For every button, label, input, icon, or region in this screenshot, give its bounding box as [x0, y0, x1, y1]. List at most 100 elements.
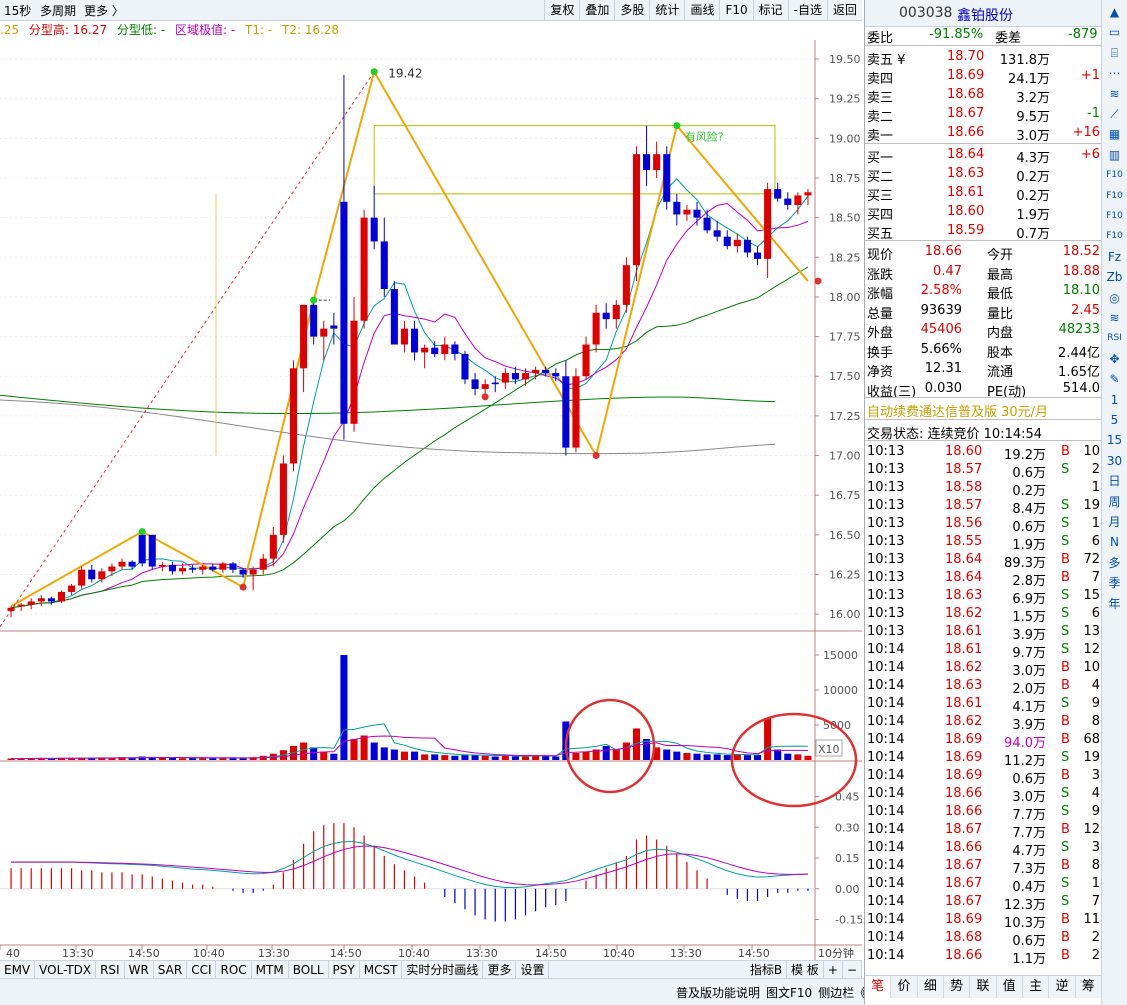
- side-tool-icon[interactable]: RSI: [1105, 330, 1124, 347]
- side-tool-icon[interactable]: 5: [1105, 412, 1124, 429]
- stock-name[interactable]: 鑫铂股份: [957, 5, 1013, 25]
- period-selector[interactable]: 15秒: [4, 2, 31, 19]
- right-panel-tabs: 笔价细势联值主逆筹: [865, 975, 1102, 998]
- side-tool-icon[interactable]: Zb: [1105, 269, 1124, 286]
- indicator-tab-9[interactable]: PSY: [329, 961, 360, 979]
- side-tool-icon[interactable]: 月: [1105, 514, 1124, 531]
- right-tab-4[interactable]: 联: [970, 976, 997, 998]
- time-unit-label[interactable]: 10分钟: [818, 946, 854, 960]
- side-tool-icon[interactable]: ≋: [1105, 310, 1124, 327]
- toolbar-button-6[interactable]: 标记: [752, 0, 788, 20]
- indicator-tab-4[interactable]: SAR: [154, 961, 188, 979]
- cell: 12.31: [924, 361, 962, 376]
- toolbar-button-1[interactable]: 叠加: [579, 0, 614, 20]
- cell: 18.61: [945, 696, 983, 711]
- side-tool-icon[interactable]: 周: [1105, 494, 1124, 511]
- status-link-1[interactable]: 图文F10: [766, 984, 812, 1001]
- side-tool-icon[interactable]: ▲: [1105, 4, 1124, 21]
- toolbar-button-0[interactable]: 复权: [544, 0, 579, 20]
- cell: 18.67: [945, 876, 983, 891]
- indicator-tab-2[interactable]: RSI: [96, 961, 125, 979]
- toolbar-button-3[interactable]: 统计: [649, 0, 684, 20]
- cell: 48233: [1058, 322, 1100, 337]
- indicator-tab-11[interactable]: 实时分时画线: [402, 961, 484, 979]
- side-tool-icon[interactable]: F10: [1105, 167, 1124, 184]
- bottom-control-0[interactable]: 指标B: [746, 961, 788, 979]
- side-tool-icon[interactable]: ◎: [1105, 290, 1124, 307]
- cell: 1: [1091, 876, 1100, 891]
- cell: 18.64: [945, 552, 983, 567]
- side-tool-icon[interactable]: 日: [1105, 473, 1124, 490]
- multi-period-button[interactable]: 多周期: [40, 2, 76, 19]
- status-link-0[interactable]: 普及版功能说明: [676, 984, 760, 1001]
- right-tab-7[interactable]: 逆: [1049, 976, 1076, 998]
- side-tool-icon[interactable]: ⋯: [1105, 65, 1124, 82]
- candle-body: [88, 569, 96, 580]
- side-tool-icon[interactable]: F10: [1105, 188, 1124, 205]
- side-tool-icon[interactable]: ✥: [1105, 351, 1124, 368]
- side-tool-icon[interactable]: ⌸: [1105, 45, 1124, 62]
- indicator-tab-5[interactable]: CCI: [187, 961, 217, 979]
- more-button[interactable]: 更多 〉: [84, 2, 124, 19]
- side-tool-icon[interactable]: ≋: [1105, 86, 1124, 103]
- indicator-tab-8[interactable]: BOLL: [289, 961, 329, 979]
- side-tool-icon[interactable]: ▥: [1105, 147, 1124, 164]
- ad-banner[interactable]: 自动续费通达信普及版 30元/月: [865, 400, 1102, 420]
- side-tool-icon[interactable]: ▭: [1105, 24, 1124, 41]
- right-tab-2[interactable]: 细: [918, 976, 944, 998]
- side-tool-icon[interactable]: ⟋: [1105, 106, 1124, 123]
- side-tool-icon[interactable]: F10: [1105, 208, 1124, 225]
- price-axis-label: 19.00: [829, 132, 861, 145]
- indicator-tab-1[interactable]: VOL-TDX: [35, 961, 97, 979]
- volume-bar: [582, 751, 590, 760]
- ma-long-line: [10, 266, 809, 609]
- quote-row: 涨幅 2.58% 最低 18.10: [865, 282, 1102, 302]
- cell: 10:14: [867, 678, 905, 693]
- right-tab-0[interactable]: 笔: [865, 976, 892, 998]
- side-tool-icon[interactable]: ▦: [1105, 126, 1124, 143]
- side-tool-icon[interactable]: 年: [1105, 596, 1124, 613]
- toolbar-button-4[interactable]: 画线: [684, 0, 719, 20]
- kline-chart[interactable]: 19.50 19.25 19.00 18.75 18.50 18.25 18.00 17.75…: [0, 40, 862, 960]
- cell: S: [1061, 750, 1070, 765]
- cell: 18.67: [945, 822, 983, 837]
- side-tool-icon[interactable]: 季: [1105, 575, 1124, 592]
- right-tab-3[interactable]: 势: [944, 976, 971, 998]
- indicator-tab-13[interactable]: 设置: [516, 961, 550, 979]
- bottom-control-3[interactable]: −: [843, 961, 862, 979]
- side-tool-icon[interactable]: 15: [1105, 432, 1124, 449]
- side-tool-icon[interactable]: 30: [1105, 453, 1124, 470]
- side-tool-icon[interactable]: Fz: [1105, 249, 1124, 266]
- candle-body: [330, 325, 338, 329]
- indicator-tab-7[interactable]: MTM: [252, 961, 289, 979]
- indicator-tab-3[interactable]: WR: [125, 961, 154, 979]
- right-tab-8[interactable]: 筹: [1076, 976, 1102, 998]
- cell: 9: [1091, 696, 1100, 711]
- indicator-tab-6[interactable]: ROC: [216, 961, 252, 979]
- candle-body: [471, 379, 479, 389]
- side-tool-icon[interactable]: F10: [1105, 228, 1124, 245]
- toolbar-button-2[interactable]: 多股: [614, 0, 649, 20]
- volume-bar: [330, 753, 338, 760]
- indicator-tab-0[interactable]: EMV: [0, 961, 36, 979]
- side-tool-icon[interactable]: 1: [1105, 392, 1124, 409]
- side-tool-icon[interactable]: ✎: [1105, 371, 1124, 388]
- cell: S: [1061, 588, 1070, 603]
- right-tab-6[interactable]: 主: [1023, 976, 1050, 998]
- cell: 72: [1083, 552, 1100, 567]
- indicator-tab-10[interactable]: MCST: [360, 961, 403, 979]
- bottom-control-1[interactable]: 模 板: [787, 961, 824, 979]
- toolbar-button-8[interactable]: 返回: [826, 0, 862, 20]
- toolbar-button-7[interactable]: -自选: [787, 0, 827, 20]
- side-tool-icon[interactable]: 多: [1105, 555, 1124, 572]
- bottom-control-2[interactable]: +: [824, 961, 843, 979]
- status-link-2[interactable]: 侧边栏《: [818, 984, 866, 1001]
- toolbar-button-5[interactable]: F10: [719, 0, 752, 20]
- cell: 10:14: [867, 858, 905, 873]
- indicator-tab-12[interactable]: 更多: [483, 961, 517, 979]
- right-tab-1[interactable]: 价: [891, 976, 918, 998]
- right-tab-5[interactable]: 值: [997, 976, 1023, 998]
- price-axis-label: 17.25: [829, 410, 861, 423]
- cell: 10:13: [867, 606, 905, 621]
- side-tool-icon[interactable]: N: [1105, 534, 1124, 551]
